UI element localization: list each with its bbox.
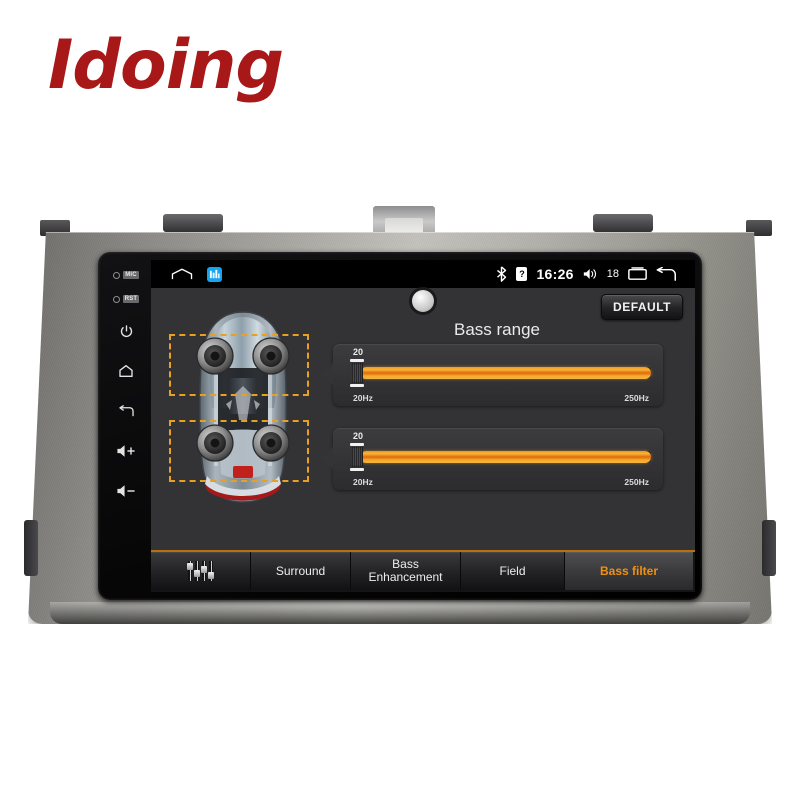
media-app-icon[interactable] xyxy=(207,266,222,282)
home-icon[interactable] xyxy=(171,267,193,281)
equalizer-icon xyxy=(187,561,214,581)
bezel-bottom-edge xyxy=(50,602,750,624)
car-top-view[interactable] xyxy=(163,308,323,508)
back-icon xyxy=(118,404,135,418)
front-bass-max-label: 250Hz xyxy=(624,393,649,403)
volume-down-icon xyxy=(116,484,136,498)
brand-logo: Idoing xyxy=(48,26,284,105)
knob-cap-top xyxy=(350,359,364,362)
front-bass-track[interactable] xyxy=(360,367,651,379)
rear-bass-track[interactable] xyxy=(360,451,651,463)
tab-bass-enhancement-label: Bass Enhancement xyxy=(368,558,442,583)
audio-tab-bar: Surround Bass Enhancement Field Bass fil… xyxy=(151,550,695,592)
tab-bass-enhancement[interactable]: Bass Enhancement xyxy=(351,552,461,590)
camera-dot xyxy=(412,290,434,312)
volume-up-button[interactable] xyxy=(113,438,139,464)
front-bass-min-label: 20Hz xyxy=(353,393,373,403)
side-lug-left xyxy=(24,520,38,576)
rear-speaker-zone-selection[interactable] xyxy=(169,420,309,482)
front-speaker-zone-selection[interactable] xyxy=(169,334,309,396)
back-icon[interactable] xyxy=(656,266,677,282)
knob-cap-top xyxy=(350,443,364,446)
slider-pointer xyxy=(320,363,333,385)
reset-label: RST xyxy=(122,295,140,303)
rear-bass-min-label: 20Hz xyxy=(353,477,373,487)
tab-bass-filter[interactable]: Bass filter xyxy=(565,552,693,590)
power-icon xyxy=(119,324,134,339)
tab-surround[interactable]: Surround xyxy=(251,552,351,590)
bluetooth-icon xyxy=(496,266,507,282)
sd-card-icon: ? xyxy=(516,267,528,281)
recents-icon[interactable] xyxy=(628,267,647,281)
front-bass-value: 20 xyxy=(353,347,364,357)
knob-body xyxy=(351,447,363,467)
volume-down-button[interactable] xyxy=(113,478,139,504)
back-button[interactable] xyxy=(113,398,139,424)
knob-cap-bottom xyxy=(350,468,364,471)
mic-dot xyxy=(113,271,121,279)
reset-indicator[interactable]: RST xyxy=(112,294,140,304)
mounting-clip-left xyxy=(163,214,223,232)
mic-indicator: MIC xyxy=(113,270,139,280)
volume-level: 18 xyxy=(606,268,619,280)
speaker-icon xyxy=(583,267,598,281)
mic-label: MIC xyxy=(123,271,139,279)
rear-bass-max-label: 250Hz xyxy=(624,477,649,487)
tab-field[interactable]: Field xyxy=(461,552,565,590)
tab-equalizer[interactable] xyxy=(151,552,251,590)
power-button[interactable] xyxy=(113,318,139,344)
status-bar-right: ? 16:26 18 xyxy=(496,266,695,282)
android-screen: ? 16:26 18 DEFAULT Bass range 20 20Hz 25… xyxy=(151,260,695,592)
rear-bass-fill xyxy=(360,451,651,463)
slider-pointer xyxy=(320,447,333,469)
mounting-clip-right xyxy=(593,214,653,232)
front-bass-fill xyxy=(360,367,651,379)
front-bass-knob[interactable] xyxy=(350,359,364,387)
status-bar-left xyxy=(151,266,222,282)
car-head-unit: MIC RST ? 16:26 18 DEFAULT Bass range 20… xyxy=(24,206,776,624)
audio-settings-app: DEFAULT Bass range 20 20Hz 250Hz 20 20Hz… xyxy=(151,288,695,592)
reset-dot xyxy=(112,295,120,303)
status-bar-clock: 16:26 xyxy=(536,266,574,282)
display-glass: MIC RST ? 16:26 18 DEFAULT Bass range 20… xyxy=(98,252,702,600)
status-bar: ? 16:26 18 xyxy=(151,260,695,288)
side-lug-right xyxy=(762,520,776,576)
knob-cap-bottom xyxy=(350,384,364,387)
knob-body xyxy=(351,363,363,383)
rear-bass-range-slider[interactable]: 20 20Hz 250Hz xyxy=(320,428,663,490)
hardware-button-column: MIC RST xyxy=(104,260,148,592)
home-icon xyxy=(118,364,134,378)
page-title: Bass range xyxy=(454,320,540,339)
home-button[interactable] xyxy=(113,358,139,384)
rear-bass-value: 20 xyxy=(353,431,364,441)
rear-bass-knob[interactable] xyxy=(350,443,364,471)
volume-up-icon xyxy=(116,444,136,458)
front-bass-range-slider[interactable]: 20 20Hz 250Hz xyxy=(320,344,663,406)
tab-label-line2: Enhancement xyxy=(368,570,443,584)
default-button[interactable]: DEFAULT xyxy=(601,294,683,320)
